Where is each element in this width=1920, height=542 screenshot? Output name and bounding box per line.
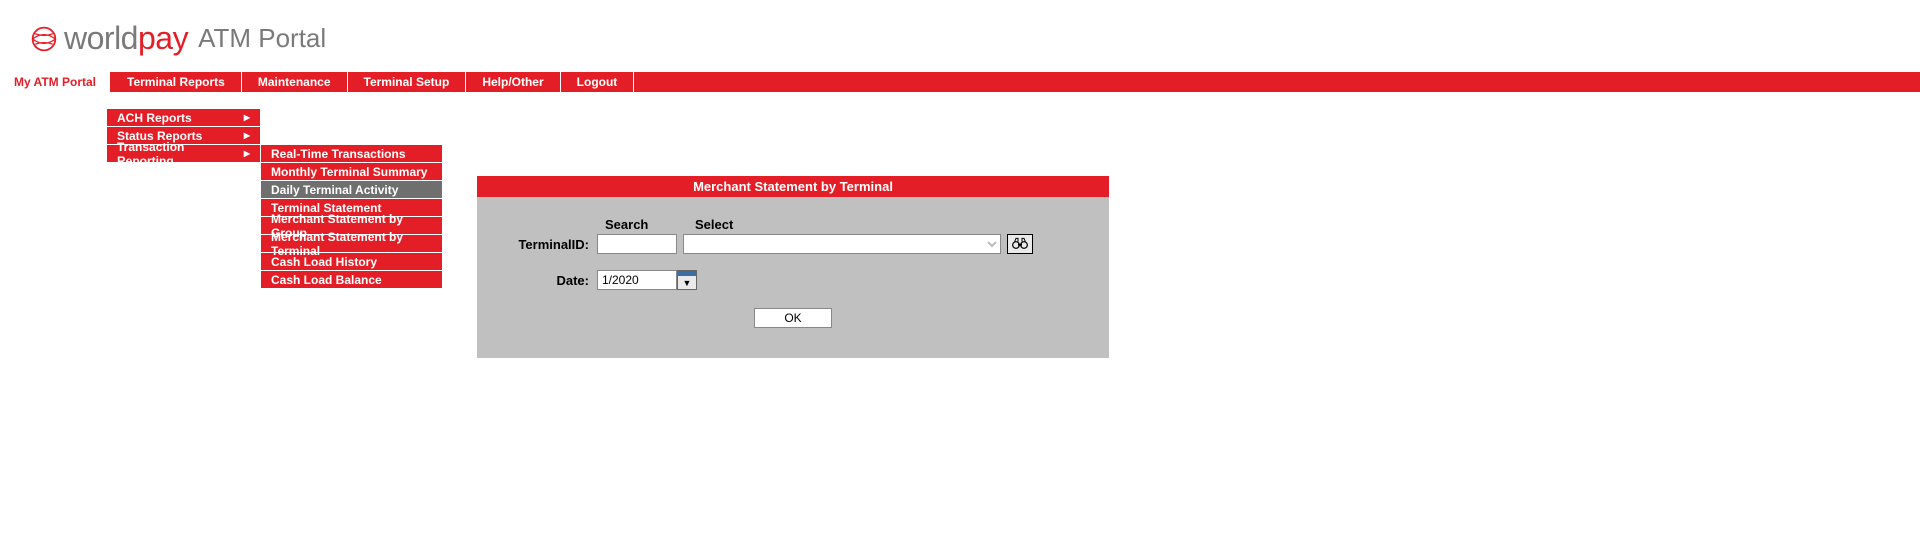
main-navbar: My ATM Portal Terminal Reports Maintenan… (0, 72, 1920, 92)
binoculars-icon (1012, 236, 1028, 253)
submenu-transaction-reporting[interactable]: Transaction Reporting ▶ (107, 145, 260, 163)
chevron-down-icon: ▼ (678, 276, 696, 289)
nav-logout[interactable]: Logout (561, 72, 635, 92)
submenu2-merchant-statement-by-terminal[interactable]: Merchant Statement by Terminal (261, 235, 442, 253)
submenu2-daily-terminal-activity[interactable]: Daily Terminal Activity (261, 181, 442, 199)
binoculars-search-button[interactable] (1007, 234, 1033, 254)
panel-title: Merchant Statement by Terminal (477, 176, 1109, 197)
merchant-statement-panel: Merchant Statement by Terminal Search Se… (477, 176, 1109, 358)
nav-terminal-setup[interactable]: Terminal Setup (348, 72, 467, 92)
globe-icon (30, 25, 58, 53)
ok-button[interactable]: OK (754, 308, 832, 328)
submenu-ach-reports[interactable]: ACH Reports ▶ (107, 109, 260, 127)
label-terminal-id: TerminalID: (497, 237, 597, 252)
ok-row: OK (497, 308, 1089, 328)
terminal-id-select[interactable] (683, 234, 1001, 254)
submenu-terminal-reports: ACH Reports ▶ Status Reports ▶ Transacti… (107, 109, 260, 163)
chevron-right-icon: ▶ (244, 149, 250, 158)
terminal-id-search-input[interactable] (597, 234, 677, 254)
logo-tagline: ATM Portal (198, 23, 326, 54)
submenu-transaction-reporting-options: Real-Time Transactions Monthly Terminal … (261, 145, 442, 289)
worldpay-logo: worldpay ATM Portal (30, 20, 1920, 57)
chevron-right-icon: ▶ (244, 113, 250, 122)
submenu2-cash-load-balance[interactable]: Cash Load Balance (261, 271, 442, 289)
label-date: Date: (497, 273, 597, 288)
submenu-item-label: ACH Reports (117, 111, 192, 125)
nav-terminal-reports[interactable]: Terminal Reports (111, 72, 242, 92)
submenu-item-label: Transaction Reporting (117, 140, 244, 168)
row-terminal-id: TerminalID: (497, 234, 1089, 254)
logo-text-pay: pay (138, 20, 188, 57)
col-header-select: Select (695, 217, 733, 232)
date-picker-button[interactable]: ▼ (677, 270, 697, 290)
col-header-search: Search (605, 217, 695, 232)
logo-text-world: world (64, 20, 138, 57)
submenu2-monthly-terminal-summary[interactable]: Monthly Terminal Summary (261, 163, 442, 181)
nav-my-atm-portal[interactable]: My ATM Portal (0, 72, 110, 92)
nav-maintenance[interactable]: Maintenance (242, 72, 348, 92)
panel-form: Search Select TerminalID: (477, 197, 1109, 338)
header-logo-area: worldpay ATM Portal (0, 0, 1920, 72)
column-headers: Search Select (605, 217, 1089, 232)
chevron-right-icon: ▶ (244, 131, 250, 140)
date-input[interactable] (597, 270, 677, 290)
submenu2-real-time-transactions[interactable]: Real-Time Transactions (261, 145, 442, 163)
row-date: Date: ▼ (497, 270, 1089, 290)
nav-help-other[interactable]: Help/Other (466, 72, 560, 92)
